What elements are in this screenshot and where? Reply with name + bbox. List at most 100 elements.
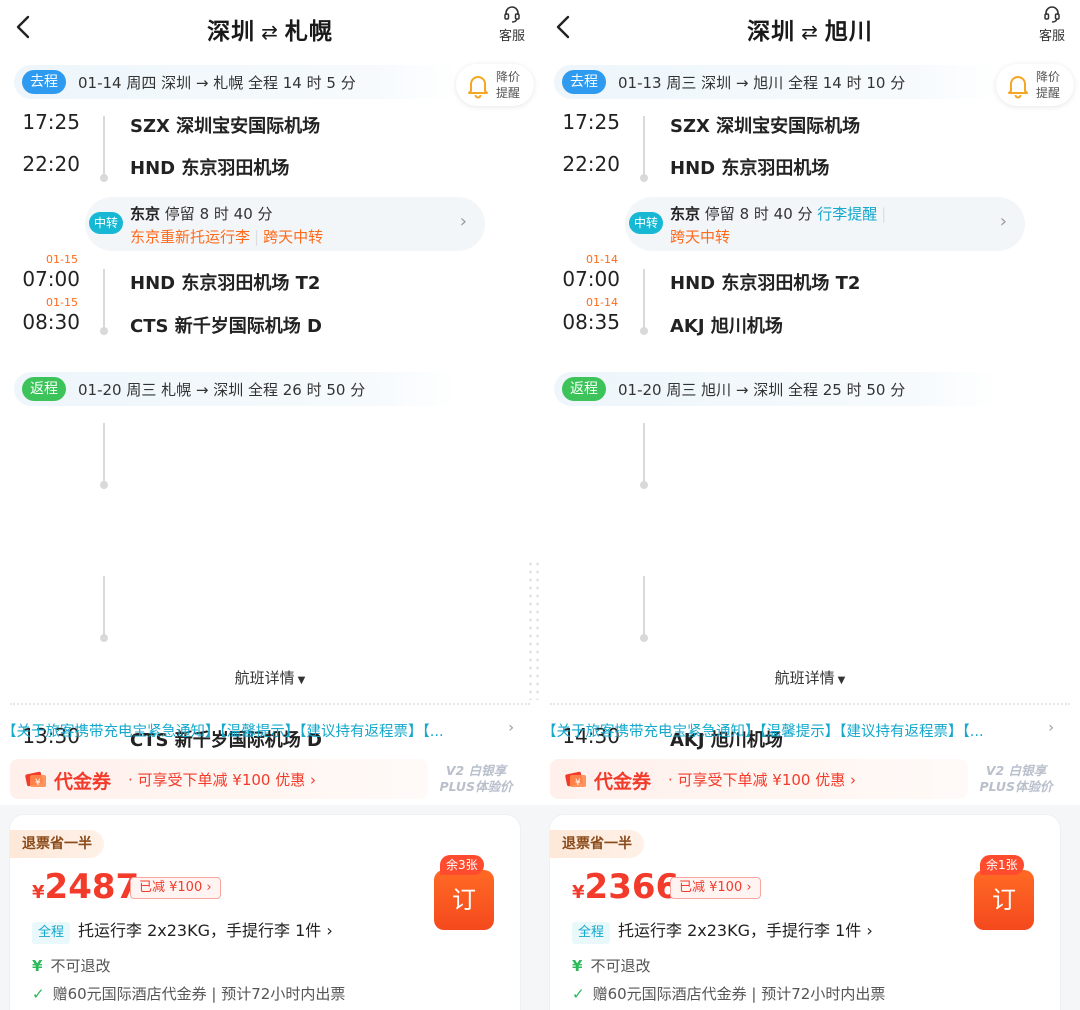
timeline-dot xyxy=(640,174,648,182)
transfer-note: 跨天中转 xyxy=(263,228,324,246)
customer-service-label: 客服 xyxy=(1038,29,1065,44)
currency-symbol: ¥ xyxy=(572,882,585,903)
refund-policy-text: 不可退改 xyxy=(50,957,111,975)
timeline-dot xyxy=(640,327,648,335)
coupon-desc: · 可享受下单减 ¥100 优惠 › xyxy=(128,771,317,789)
luggage-reminder-link[interactable]: 行李提醒 xyxy=(817,205,877,223)
customer-service-button[interactable]: 客服 xyxy=(1034,4,1070,44)
price-card: 退票省一半 ¥2366 已减 ¥100 › 订 余1张 全程 托运行李 2x23K… xyxy=(550,815,1060,1010)
refund-policy: ¥ 不可退改 xyxy=(32,955,110,976)
airport-name: HND 东京羽田机场 T2 xyxy=(670,273,861,294)
outbound-leg-header: 去程 01-14 周四 深圳 → 札幌 全程 14 时 5 分 xyxy=(14,65,460,99)
price-value: 2487 xyxy=(44,867,140,907)
notice-text: 【关于旅客携带充电宝紧急通知】【温馨提示】【建议持有返程票】【... xyxy=(2,724,444,740)
timeline-dot xyxy=(100,481,108,489)
plus-line-1: V2 白银享 xyxy=(445,763,507,778)
timeline-line xyxy=(103,269,105,329)
inbound-leg-header: 返程 01-20 周三 旭川 → 深圳 全程 25 时 50 分 xyxy=(554,372,1000,406)
flight-date: 01-15 xyxy=(46,296,78,309)
price: ¥2487 xyxy=(32,867,139,907)
flight-detail-toggle[interactable]: 航班详情 ▼ xyxy=(540,667,1080,688)
remaining-seats-badge: 余3张 xyxy=(440,855,484,875)
flight-time: 08:35 xyxy=(562,310,620,334)
baggage-info[interactable]: 全程 托运行李 2x23KG，手提行李 1件 › xyxy=(572,917,873,944)
timeline-line xyxy=(643,423,645,483)
customer-service-button[interactable]: 客服 xyxy=(494,4,530,44)
notice-bar[interactable]: 【关于旅客携带充电宝紧急通知】【温馨提示】【建议持有返程票】【... › xyxy=(0,720,540,742)
price-card: 退票省一半 ¥2487 已减 ¥100 › 订 余3张 全程 托运行李 2x23K… xyxy=(10,815,520,1010)
separator: | xyxy=(254,228,260,246)
outbound-summary: 01-14 周四 深圳 → 札幌 全程 14 时 5 分 xyxy=(78,74,356,92)
book-button[interactable]: 订 xyxy=(434,870,494,930)
transfer-city: 东京 xyxy=(670,205,701,223)
notice-text: 【关于旅客携带充电宝紧急通知】【温馨提示】【建议持有返程票】【... xyxy=(542,724,984,740)
flight-row: 17:25 SZX 深圳宝安国际机场 xyxy=(0,106,540,150)
title-to: 札幌 xyxy=(284,19,333,45)
flight-detail-panel-2: 深圳 ⇄ 旭川 客服 去程 01-13 周三 深圳 → 旭川 全程 14 时 10 … xyxy=(540,0,1080,1010)
chevron-right-icon: › xyxy=(999,211,1007,232)
timeline-dot xyxy=(100,634,108,642)
timeline-line xyxy=(643,116,645,176)
transfer-city: 东京 xyxy=(130,205,161,223)
chevron-right-icon: › xyxy=(1048,720,1054,736)
refund-policy-text: 不可退改 xyxy=(590,957,651,975)
bell-icon xyxy=(468,76,488,99)
separator: | xyxy=(881,205,887,223)
transfer-line-2: 东京重新托运行李|跨天中转 xyxy=(130,226,323,247)
flight-row: 01-15 08:30 CTS 新千岁国际机场 D xyxy=(0,296,540,350)
price-drop-remind-label: 降价提醒 xyxy=(496,70,521,100)
price-value: 2366 xyxy=(584,867,680,907)
flight-detail-label: 航班详情 xyxy=(774,669,835,687)
discount-badge[interactable]: 已减 ¥100 › xyxy=(670,877,761,899)
refund-policy: ¥ 不可退改 xyxy=(572,955,650,976)
inbound-summary: 01-20 周三 札幌 → 深圳 全程 26 时 50 分 xyxy=(78,381,366,399)
airport-name: HND 东京羽田机场 T2 xyxy=(130,273,321,294)
transfer-info[interactable]: 中转 东京 停留 8 时 40 分东京重新托运行李 | 跨天中转 › xyxy=(85,197,485,251)
coupon-banner[interactable]: ¥ 代金券 · 可享受下单减 ¥100 优惠 › xyxy=(550,759,968,799)
header: 深圳 ⇄ 旭川 客服 xyxy=(540,0,1080,58)
flight-detail-panel-1: 深圳 ⇄ 札幌 客服 去程 01-14 周四 深圳 → 札幌 全程 14 时 5 分… xyxy=(0,0,540,1010)
notice-bar[interactable]: 【关于旅客携带充电宝紧急通知】【温馨提示】【建议持有返程票】【... › xyxy=(540,720,1080,742)
caret-down-icon: ▼ xyxy=(837,675,846,686)
currency-symbol: ¥ xyxy=(32,882,45,903)
price-drop-remind-button[interactable]: 降价提醒 xyxy=(996,64,1074,106)
perks-text: 赠60元国际酒店代金券 | 预计72小时内出票 xyxy=(52,985,346,1003)
book-button[interactable]: 订 xyxy=(974,870,1034,930)
flight-date: 01-14 xyxy=(586,253,618,266)
baggage-scope-tag: 全程 xyxy=(32,922,71,944)
coupon-icon: ¥ xyxy=(565,771,586,788)
page-title: 深圳 ⇄ 旭川 xyxy=(540,12,1080,46)
timeline-dot xyxy=(100,174,108,182)
title-from: 深圳 xyxy=(207,19,256,45)
baggage-info[interactable]: 全程 托运行李 2x23KG，手提行李 1件 › xyxy=(32,917,333,944)
transfer-stay: 停留 8 时 40 分 xyxy=(704,205,813,223)
swap-arrow-icon[interactable]: ⇄ xyxy=(261,20,279,44)
headset-icon xyxy=(1044,6,1060,23)
inbound-leg-header: 返程 01-20 周三 札幌 → 深圳 全程 26 时 50 分 xyxy=(14,372,460,406)
airport-name: SZX 深圳宝安国际机场 xyxy=(130,116,321,137)
discount-badge[interactable]: 已减 ¥100 › xyxy=(130,877,221,899)
chevron-right-icon: › xyxy=(508,720,514,736)
flight-date: 01-14 xyxy=(586,296,618,309)
coupon-desc: · 可享受下单减 ¥100 优惠 › xyxy=(668,771,857,789)
perks: ✓ 赠60元国际酒店代金券 | 预计72小时内出票 xyxy=(32,983,345,1004)
timeline-line xyxy=(103,576,105,636)
coupon-icon: ¥ xyxy=(25,771,46,788)
timeline-line xyxy=(643,269,645,329)
timeline-line xyxy=(103,423,105,483)
flight-time: 07:00 xyxy=(562,267,620,291)
price-drop-remind-button[interactable]: 降价提醒 xyxy=(456,64,534,106)
inbound-summary: 01-20 周三 旭川 → 深圳 全程 25 时 50 分 xyxy=(618,381,906,399)
outbound-summary: 01-13 周三 深圳 → 旭川 全程 14 时 10 分 xyxy=(618,74,906,92)
transfer-stay: 停留 8 时 40 分 xyxy=(164,205,273,223)
perks: ✓ 赠60元国际酒店代金券 | 预计72小时内出票 xyxy=(572,983,885,1004)
swap-arrow-icon[interactable]: ⇄ xyxy=(801,20,819,44)
flight-detail-toggle[interactable]: 航班详情 ▼ xyxy=(0,667,540,688)
timeline-dot xyxy=(100,327,108,335)
transfer-info[interactable]: 中转 东京 停留 8 时 40 分 行李提醒 | 跨天中转 › xyxy=(625,197,1025,251)
coupon-banner[interactable]: ¥ 代金券 · 可享受下单减 ¥100 优惠 › xyxy=(10,759,428,799)
flight-row: 01-14 08:35 AKJ 旭川机场 xyxy=(540,296,1080,350)
flight-date: 01-15 xyxy=(46,253,78,266)
timeline-dot xyxy=(640,481,648,489)
svg-text:¥: ¥ xyxy=(35,778,41,788)
